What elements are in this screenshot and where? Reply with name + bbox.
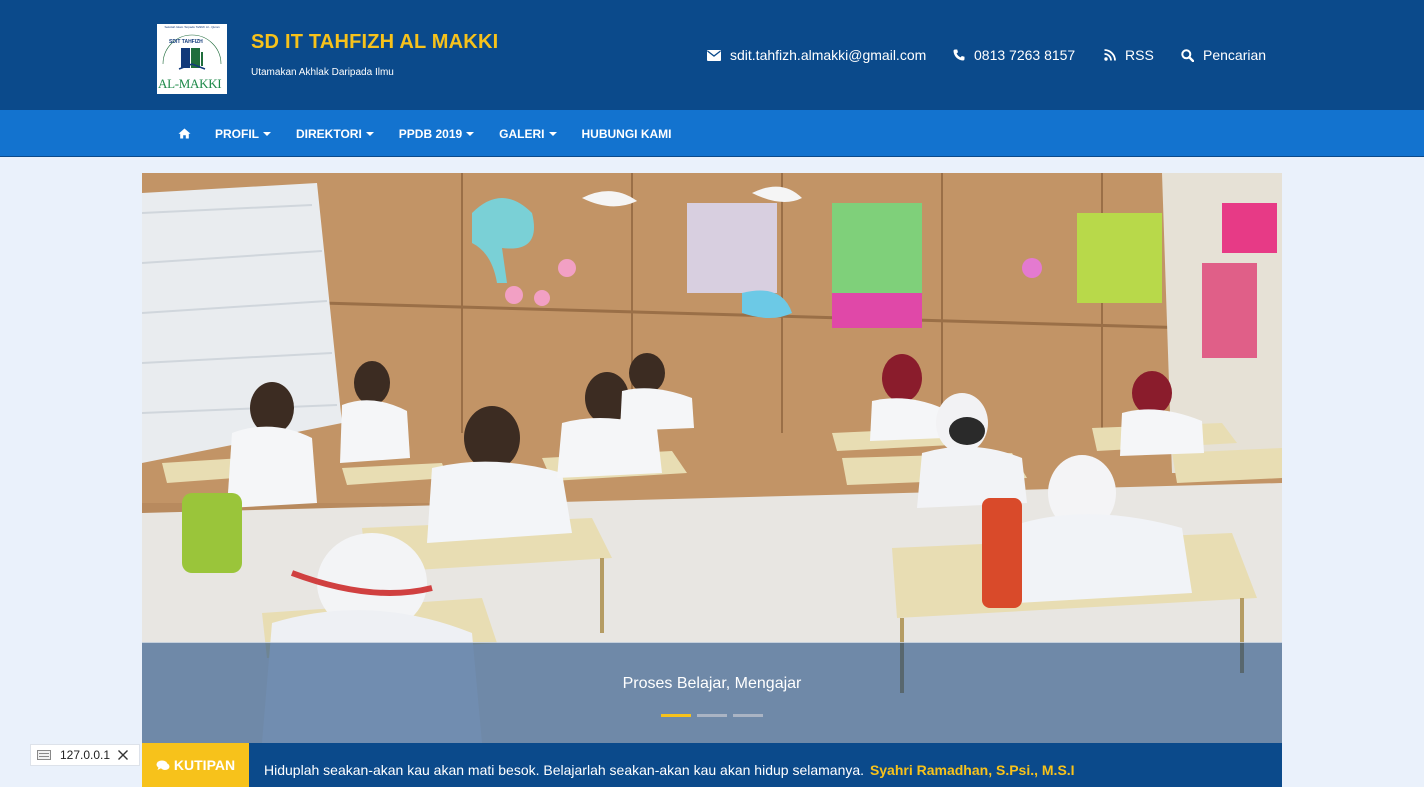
site-tagline: Utamakan Akhlak Daripada Ilmu (251, 67, 394, 78)
ip-text: 127.0.0.1 (60, 748, 111, 762)
nav-menu: PROFIL DIREKTORI PPDB 2019 GALERI HUBUNG… (178, 110, 697, 157)
nav-profil[interactable]: PROFIL (215, 127, 271, 141)
email-link[interactable]: sdit.tahfizh.almakki@gmail.com (707, 47, 926, 63)
main-navbar: PROFIL DIREKTORI PPDB 2019 GALERI HUBUNG… (0, 110, 1424, 157)
search-link[interactable]: Pencarian (1181, 47, 1266, 63)
nav-home[interactable] (178, 128, 191, 139)
school-logo[interactable]: SDIT TAHFIZH AL-MAKKI Sekolah Islam Terp… (157, 24, 227, 94)
ip-badge: 127.0.0.1 (30, 744, 140, 766)
logo-main-text: AL-MAKKI (158, 76, 222, 91)
slide-indicator-2[interactable] (697, 714, 727, 717)
close-icon[interactable] (117, 749, 129, 761)
search-text: Pencarian (1203, 47, 1267, 63)
quote-label-box: KUTIPAN (142, 743, 249, 787)
site-title[interactable]: SD IT TAHFIZH AL MAKKI (251, 31, 498, 54)
slide-indicator-1[interactable] (661, 714, 691, 717)
quote-text: Hiduplah seakan-akan kau akan mati besok… (264, 762, 865, 778)
caret-down-icon (548, 131, 557, 136)
rss-link[interactable]: RSS (1104, 47, 1154, 63)
caret-down-icon (466, 131, 475, 136)
hero-slider[interactable]: Proses Belajar, Mengajar (142, 173, 1282, 743)
logo-top-text: SDIT TAHFIZH (169, 39, 203, 45)
nav-galeri[interactable]: GALERI (499, 126, 557, 141)
caret-down-icon (365, 131, 374, 136)
rss-icon (1104, 49, 1116, 61)
phone-link[interactable]: 0813 7263 8157 (953, 47, 1075, 63)
nav-hubungi-label: HUBUNGI KAMI (581, 126, 672, 141)
slide-caption: Proses Belajar, Mengajar (622, 675, 802, 692)
search-icon (1181, 48, 1194, 62)
nav-profil-label: PROFIL (215, 126, 259, 141)
email-text: sdit.tahfizh.almakki@gmail.com (730, 47, 927, 63)
rss-text: RSS (1125, 47, 1154, 63)
nav-direktori[interactable]: DIREKTORI (296, 127, 374, 141)
nav-galeri-label: GALERI (499, 126, 545, 141)
slide-indicator-3[interactable] (733, 714, 763, 717)
caret-down-icon (263, 131, 271, 136)
quote-label: KUTIPAN (173, 757, 236, 773)
home-icon (178, 128, 191, 139)
nav-ppdb[interactable]: PPDB 2019 (398, 126, 475, 141)
nav-hubungi[interactable]: HUBUNGI KAMI (582, 127, 672, 141)
nav-direktori-label: DIREKTORI (296, 126, 362, 141)
phone-icon (953, 49, 965, 61)
comments-icon (156, 760, 170, 770)
phone-text: 0813 7263 8157 (974, 47, 1076, 63)
slide-caption-band: Proses Belajar, Mengajar (142, 642, 1282, 743)
quote-author[interactable]: Syahri Ramadhan, S.Psi., M.S.I (870, 762, 1075, 778)
quote-bar: KUTIPAN Hiduplah seakan-akan kau akan ma… (142, 743, 1282, 787)
site-header: SDIT TAHFIZH AL-MAKKI Sekolah Islam Terp… (0, 0, 1424, 110)
slide-indicators (661, 714, 763, 717)
logo-arc-text: Sekolah Islam Terpadu Tahfizh Al - Quran (164, 25, 220, 29)
quote-content: Hiduplah seakan-akan kau akan mati besok… (264, 762, 1075, 778)
nav-ppdb-label: PPDB 2019 (398, 126, 463, 141)
server-icon (37, 750, 51, 760)
envelope-icon (707, 49, 721, 61)
